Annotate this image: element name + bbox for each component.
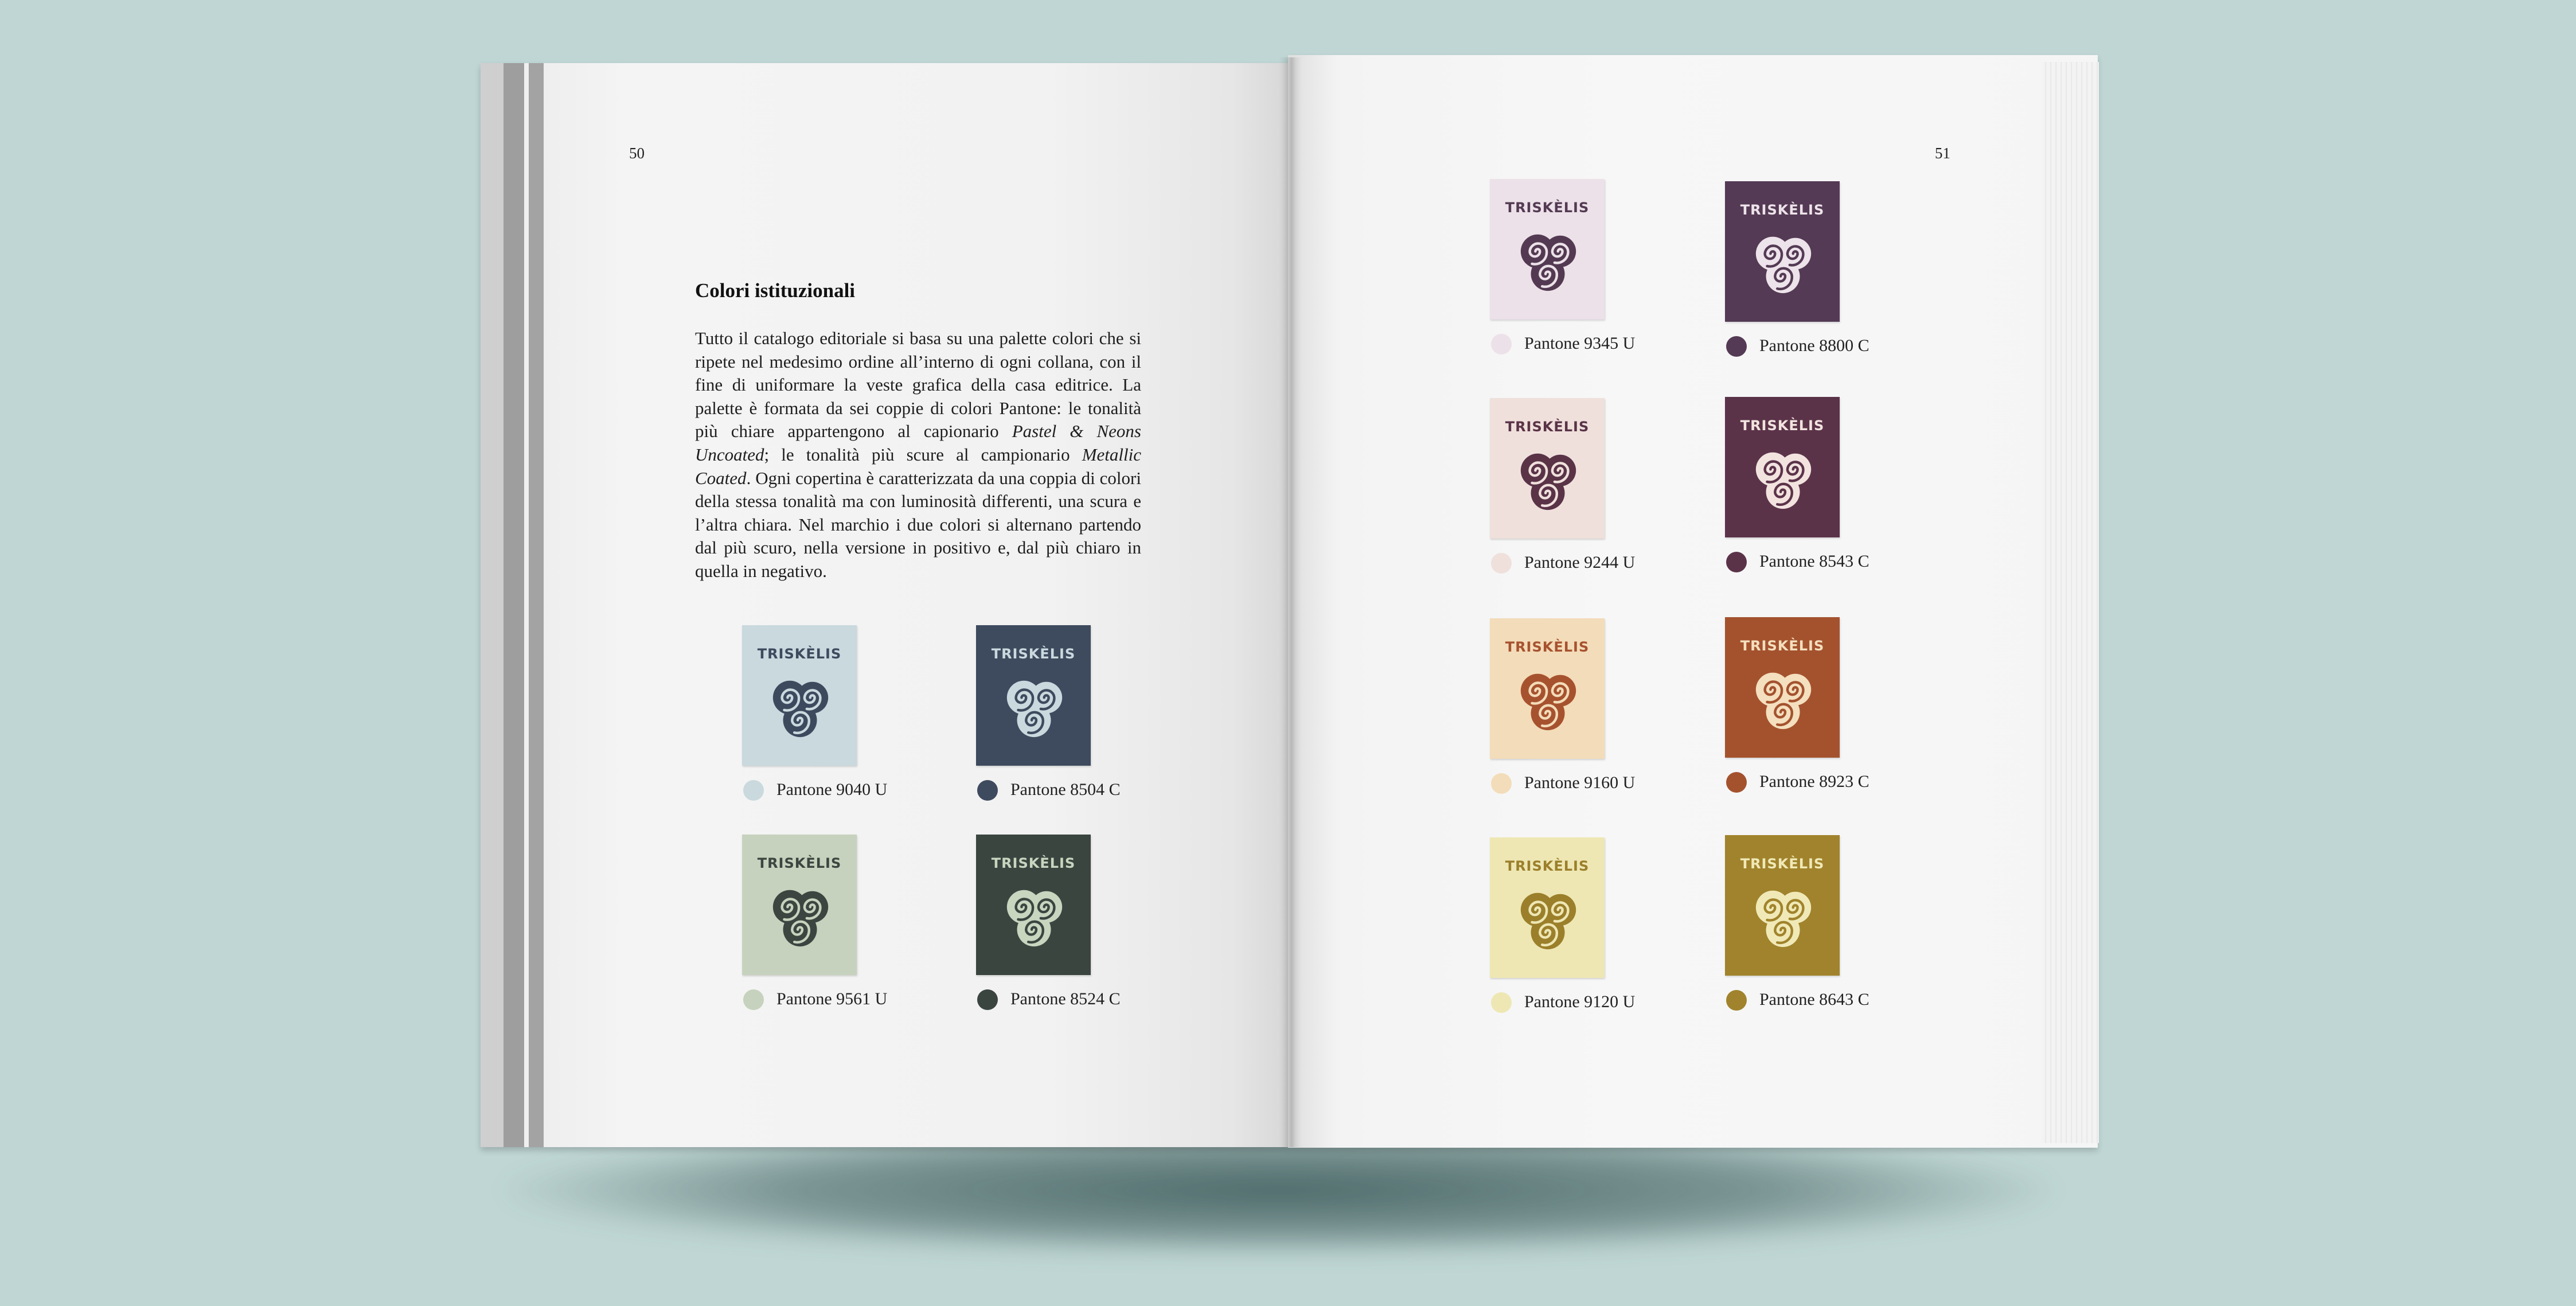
color-dot (743, 780, 764, 801)
brand-logotype: TRISKÈLIS (757, 646, 842, 662)
pantone-label: Pantone 8524 C (1010, 989, 1121, 1008)
triskelion-logo-icon (1006, 890, 1063, 947)
triskelion-logo-icon (1755, 672, 1812, 730)
triskelion-logo-icon (772, 680, 829, 738)
page-number-left: 50 (629, 145, 645, 162)
triskelion-logo-icon (1520, 234, 1576, 291)
section-heading: Colori istituzionali (695, 279, 856, 302)
triskelion-logo-icon (772, 890, 829, 947)
color-dot (977, 780, 998, 801)
text-run: . Ogni copertina è caratterizzata da una… (695, 467, 1141, 581)
cover-swatch-card: TRISKÈLIS (1725, 397, 1840, 537)
brand-logotype: TRISKÈLIS (1505, 858, 1590, 874)
pantone-label: Pantone 9160 U (1524, 773, 1636, 792)
pantone-label: Pantone 9561 U (776, 989, 888, 1008)
pantone-label: Pantone 9244 U (1524, 553, 1636, 572)
page-edges (2042, 62, 2099, 1143)
brand-logotype: TRISKÈLIS (1740, 638, 1825, 654)
cover-swatch-card: TRISKÈLIS (1490, 398, 1605, 539)
brand-logotype: TRISKÈLIS (1740, 856, 1825, 872)
pantone-label: Pantone 9345 U (1524, 334, 1636, 353)
brand-logotype: TRISKÈLIS (1740, 418, 1825, 434)
color-dot (1491, 773, 1512, 794)
triskelion-logo-icon (1755, 236, 1812, 294)
color-dot (1726, 772, 1747, 793)
text-run: ; le tonalità più scure al campionario (764, 444, 1082, 465)
brand-logotype: TRISKÈLIS (1505, 200, 1590, 216)
brand-logotype: TRISKÈLIS (991, 646, 1076, 662)
book-spine-edge (481, 63, 544, 1147)
triskelion-logo-icon (1755, 452, 1812, 509)
cover-swatch-card: TRISKÈLIS (1725, 835, 1840, 976)
brand-logotype: TRISKÈLIS (1505, 419, 1590, 435)
page-number-right: 51 (1935, 145, 1950, 162)
color-dot (743, 989, 764, 1010)
cover-swatch-card: TRISKÈLIS (742, 835, 857, 975)
color-dot (1726, 990, 1747, 1011)
cover-swatch-card: TRISKÈLIS (1725, 617, 1840, 758)
color-dot (1726, 552, 1747, 572)
left-page (481, 63, 1288, 1147)
brand-logotype: TRISKÈLIS (1505, 639, 1590, 655)
brand-logotype: TRISKÈLIS (991, 855, 1076, 871)
triskelion-logo-icon (1006, 680, 1063, 738)
pantone-label: Pantone 9040 U (776, 780, 888, 799)
cover-swatch-card: TRISKÈLIS (742, 625, 857, 766)
cover-swatch-card: TRISKÈLIS (976, 625, 1091, 766)
body-paragraph: Tutto il catalogo editoriale si basa su … (695, 327, 1141, 583)
cover-swatch-card: TRISKÈLIS (976, 835, 1091, 975)
color-dot (977, 989, 998, 1010)
pantone-label: Pantone 8643 C (1759, 990, 1869, 1009)
brand-logotype: TRISKÈLIS (757, 855, 842, 871)
cover-swatch-card: TRISKÈLIS (1725, 181, 1840, 322)
triskelion-logo-icon (1520, 673, 1576, 731)
pantone-label: Pantone 8923 C (1759, 772, 1869, 791)
pantone-label: Pantone 8504 C (1010, 780, 1121, 799)
color-dot (1491, 992, 1512, 1013)
cover-swatch-card: TRISKÈLIS (1490, 618, 1605, 759)
cover-swatch-card: TRISKÈLIS (1490, 837, 1605, 978)
open-book: 50 51 Colori istituzionali Tutto il cata… (0, 0, 2576, 1306)
triskelion-logo-icon (1520, 453, 1576, 510)
brand-logotype: TRISKÈLIS (1740, 202, 1825, 218)
cover-swatch-card: TRISKÈLIS (1490, 179, 1605, 319)
color-dot (1491, 553, 1512, 574)
book-gutter (1279, 57, 1302, 1147)
color-dot (1491, 334, 1512, 354)
pantone-label: Pantone 8543 C (1759, 552, 1869, 571)
triskelion-logo-icon (1755, 890, 1812, 948)
triskelion-logo-icon (1520, 892, 1576, 950)
color-dot (1726, 336, 1747, 357)
pantone-label: Pantone 9120 U (1524, 992, 1636, 1011)
right-page (1288, 55, 2098, 1148)
pantone-label: Pantone 8800 C (1759, 336, 1869, 355)
